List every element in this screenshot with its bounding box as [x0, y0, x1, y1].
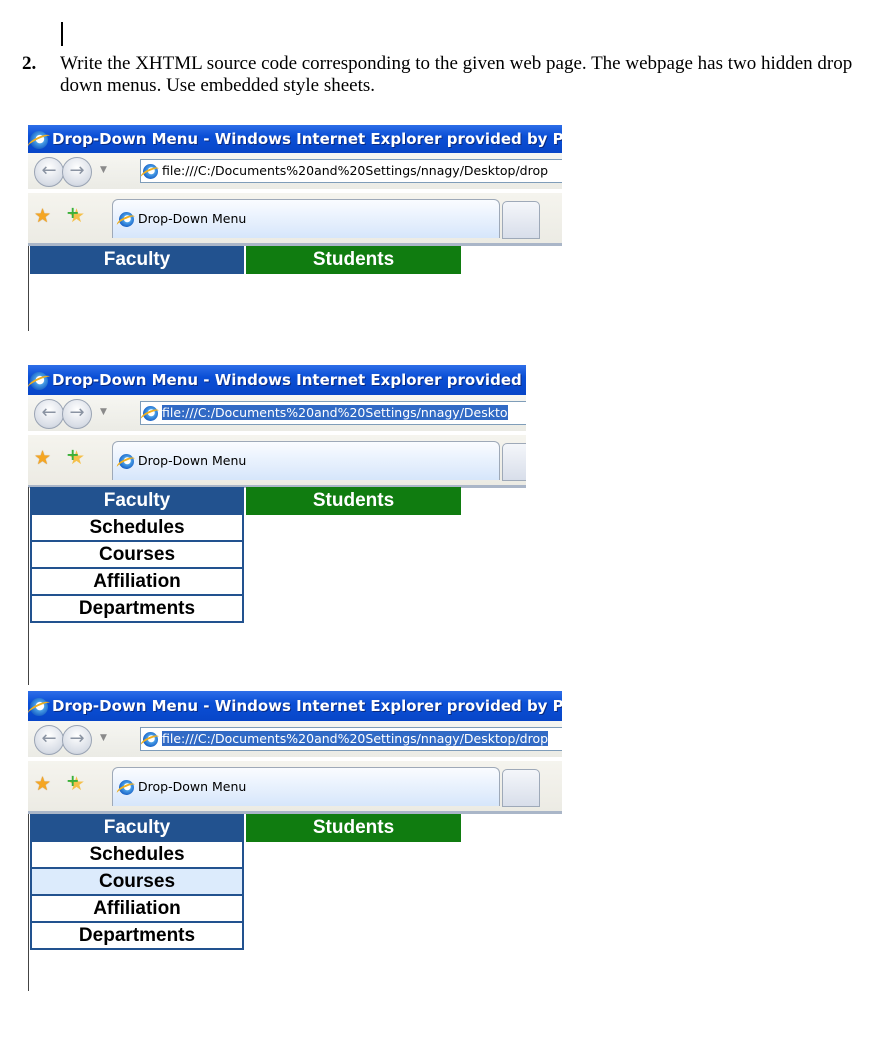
browser-tab[interactable]: Drop-Down Menu: [112, 767, 500, 806]
tab-label: Drop-Down Menu: [138, 211, 247, 226]
new-tab-button[interactable]: [502, 443, 526, 481]
browser-tab[interactable]: Drop-Down Menu: [112, 199, 500, 238]
tab-label: Drop-Down Menu: [138, 779, 247, 794]
back-button[interactable]: ←: [34, 399, 64, 429]
menu-faculty[interactable]: Faculty: [30, 814, 244, 842]
forward-button[interactable]: →: [62, 725, 92, 755]
dropdown-item-schedules[interactable]: Schedules: [32, 515, 242, 540]
page-icon: [143, 732, 158, 747]
dropdown-item-schedules[interactable]: Schedules: [32, 842, 242, 867]
dropdown-item-affiliation[interactable]: Affiliation: [32, 896, 242, 921]
address-bar[interactable]: file:///C:/Documents%20and%20Settings/nn…: [140, 159, 562, 183]
favorites-star-icon[interactable]: ★: [34, 447, 51, 469]
menu-faculty[interactable]: Faculty: [30, 487, 244, 515]
browser-tab[interactable]: Drop-Down Menu: [112, 441, 500, 480]
menu-students[interactable]: Students: [246, 814, 461, 842]
add-favorite-icon[interactable]: ★: [66, 771, 85, 795]
menu-students[interactable]: Students: [246, 487, 461, 515]
faculty-dropdown: Schedules Courses Affiliation Department…: [30, 515, 244, 623]
new-tab-button[interactable]: [502, 201, 540, 239]
tab-row: ★ ★ Drop-Down Menu: [28, 193, 562, 246]
add-favorite-icon[interactable]: ★: [66, 445, 85, 469]
ie-logo-icon: [30, 130, 48, 149]
content-left-border: [28, 487, 29, 685]
faculty-dropdown: Schedules Courses Affiliation Department…: [30, 842, 244, 950]
address-bar[interactable]: file:///C:/Documents%20and%20Settings/nn…: [140, 401, 526, 425]
tab-ie-icon: [119, 454, 134, 469]
menu-students[interactable]: Students: [246, 246, 461, 274]
history-dropdown-icon[interactable]: ▼: [100, 733, 107, 743]
page-icon: [143, 406, 158, 421]
ie-logo-icon: [30, 697, 48, 716]
page-icon: [143, 164, 158, 179]
favorites-star-icon[interactable]: ★: [34, 773, 51, 795]
favorites-star-icon[interactable]: ★: [34, 205, 51, 227]
dropdown-item-courses-hovered[interactable]: Courses: [32, 869, 242, 894]
browser-screenshot-expanded: Drop-Down Menu - Windows Internet Explor…: [28, 365, 526, 685]
question-number: 2.: [22, 53, 37, 74]
content-left-border: [28, 814, 29, 991]
add-favorite-icon[interactable]: ★: [66, 203, 85, 227]
address-bar[interactable]: file:///C:/Documents%20and%20Settings/nn…: [140, 727, 562, 751]
address-url: file:///C:/Documents%20and%20Settings/nn…: [162, 163, 549, 178]
browser-screenshot-collapsed: Drop-Down Menu - Windows Internet Explor…: [28, 125, 562, 331]
window-title: Drop-Down Menu - Windows Internet Explor…: [52, 130, 562, 148]
history-dropdown-icon[interactable]: ▼: [100, 407, 107, 417]
address-url: file:///C:/Documents%20and%20Settings/nn…: [162, 405, 508, 420]
window-title-bar: Drop-Down Menu - Windows Internet Explor…: [28, 691, 562, 721]
ie-logo-icon: [30, 371, 48, 390]
dropdown-item-departments[interactable]: Departments: [32, 923, 242, 948]
tab-ie-icon: [119, 780, 134, 795]
back-button[interactable]: ←: [34, 157, 64, 187]
menu-faculty[interactable]: Faculty: [30, 246, 244, 274]
forward-button[interactable]: →: [62, 157, 92, 187]
dropdown-item-courses[interactable]: Courses: [32, 542, 242, 567]
new-tab-button[interactable]: [502, 769, 540, 807]
dropdown-item-affiliation[interactable]: Affiliation: [32, 569, 242, 594]
browser-screenshot-hover: Drop-Down Menu - Windows Internet Explor…: [28, 691, 562, 991]
content-left-border: [28, 246, 29, 331]
window-title: Drop-Down Menu - Windows Internet Explor…: [52, 697, 562, 715]
question-text: Write the XHTML source code correspondin…: [60, 53, 853, 96]
back-button[interactable]: ←: [34, 725, 64, 755]
address-row: ← → ▼ file:///C:/Documents%20and%20Setti…: [28, 721, 562, 757]
tab-row: ★ ★ Drop-Down Menu: [28, 435, 526, 488]
address-row: ← → ▼ file:///C:/Documents%20and%20Setti…: [28, 153, 562, 189]
tab-ie-icon: [119, 212, 134, 227]
history-dropdown-icon[interactable]: ▼: [100, 165, 107, 175]
tab-label: Drop-Down Menu: [138, 453, 247, 468]
forward-button[interactable]: →: [62, 399, 92, 429]
text-cursor: [61, 22, 63, 46]
window-title: Drop-Down Menu - Windows Internet Explor…: [52, 371, 526, 389]
window-title-bar: Drop-Down Menu - Windows Internet Explor…: [28, 365, 526, 395]
window-title-bar: Drop-Down Menu - Windows Internet Explor…: [28, 125, 562, 153]
address-row: ← → ▼ file:///C:/Documents%20and%20Setti…: [28, 395, 526, 431]
address-url: file:///C:/Documents%20and%20Settings/nn…: [162, 731, 549, 746]
tab-row: ★ ★ Drop-Down Menu: [28, 761, 562, 814]
dropdown-item-departments[interactable]: Departments: [32, 596, 242, 621]
